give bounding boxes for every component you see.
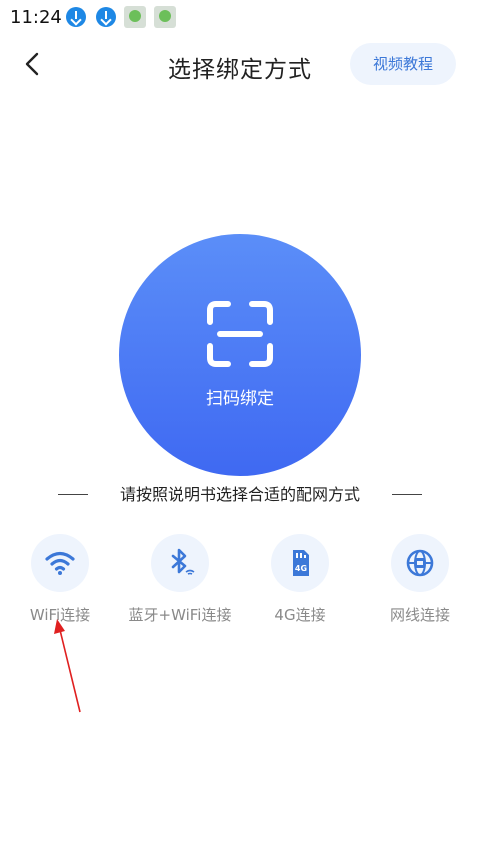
- video-tutorial-button[interactable]: 视频教程: [350, 43, 456, 85]
- option-label: 蓝牙+WiFi连接: [128, 606, 232, 624]
- instruction-row: 请按照说明书选择合适的配网方式: [0, 483, 480, 507]
- status-time: 11:24: [10, 7, 62, 28]
- app-notification-icon: [124, 6, 146, 28]
- wifi-icon-badge: [31, 534, 89, 592]
- divider-line: [392, 494, 422, 495]
- option-label: 4G连接: [274, 606, 326, 624]
- status-bar: 11:24: [0, 0, 480, 34]
- 4g-sim-icon: 4G: [293, 550, 309, 576]
- scan-bind-button[interactable]: 扫码绑定: [119, 234, 361, 476]
- option-bluetooth-wifi[interactable]: 蓝牙+WiFi连接: [125, 534, 235, 634]
- option-4g[interactable]: 4G 4G连接: [245, 534, 355, 634]
- download-icon: [96, 7, 116, 27]
- download-icon: [66, 7, 86, 27]
- scan-bind-label: 扫码绑定: [206, 389, 274, 409]
- option-label: 网线连接: [389, 606, 450, 624]
- bluetooth-icon-badge: [151, 534, 209, 592]
- header-bar: 选择绑定方式 视频教程: [0, 34, 480, 96]
- app-notification-icon: [154, 6, 176, 28]
- scan-frame-icon: [207, 301, 273, 367]
- option-ethernet[interactable]: 网线连接: [365, 534, 475, 634]
- svg-text:4G: 4G: [295, 564, 307, 573]
- wifi-icon: [45, 551, 75, 575]
- divider-line: [58, 494, 88, 495]
- instruction-text: 请按照说明书选择合适的配网方式: [119, 485, 360, 504]
- sim-icon-badge: 4G: [271, 534, 329, 592]
- globe-icon-badge: [391, 534, 449, 592]
- annotation-arrow-icon: [54, 619, 81, 713]
- ethernet-globe-icon: [406, 549, 434, 577]
- bluetooth-wifi-icon: [171, 548, 195, 575]
